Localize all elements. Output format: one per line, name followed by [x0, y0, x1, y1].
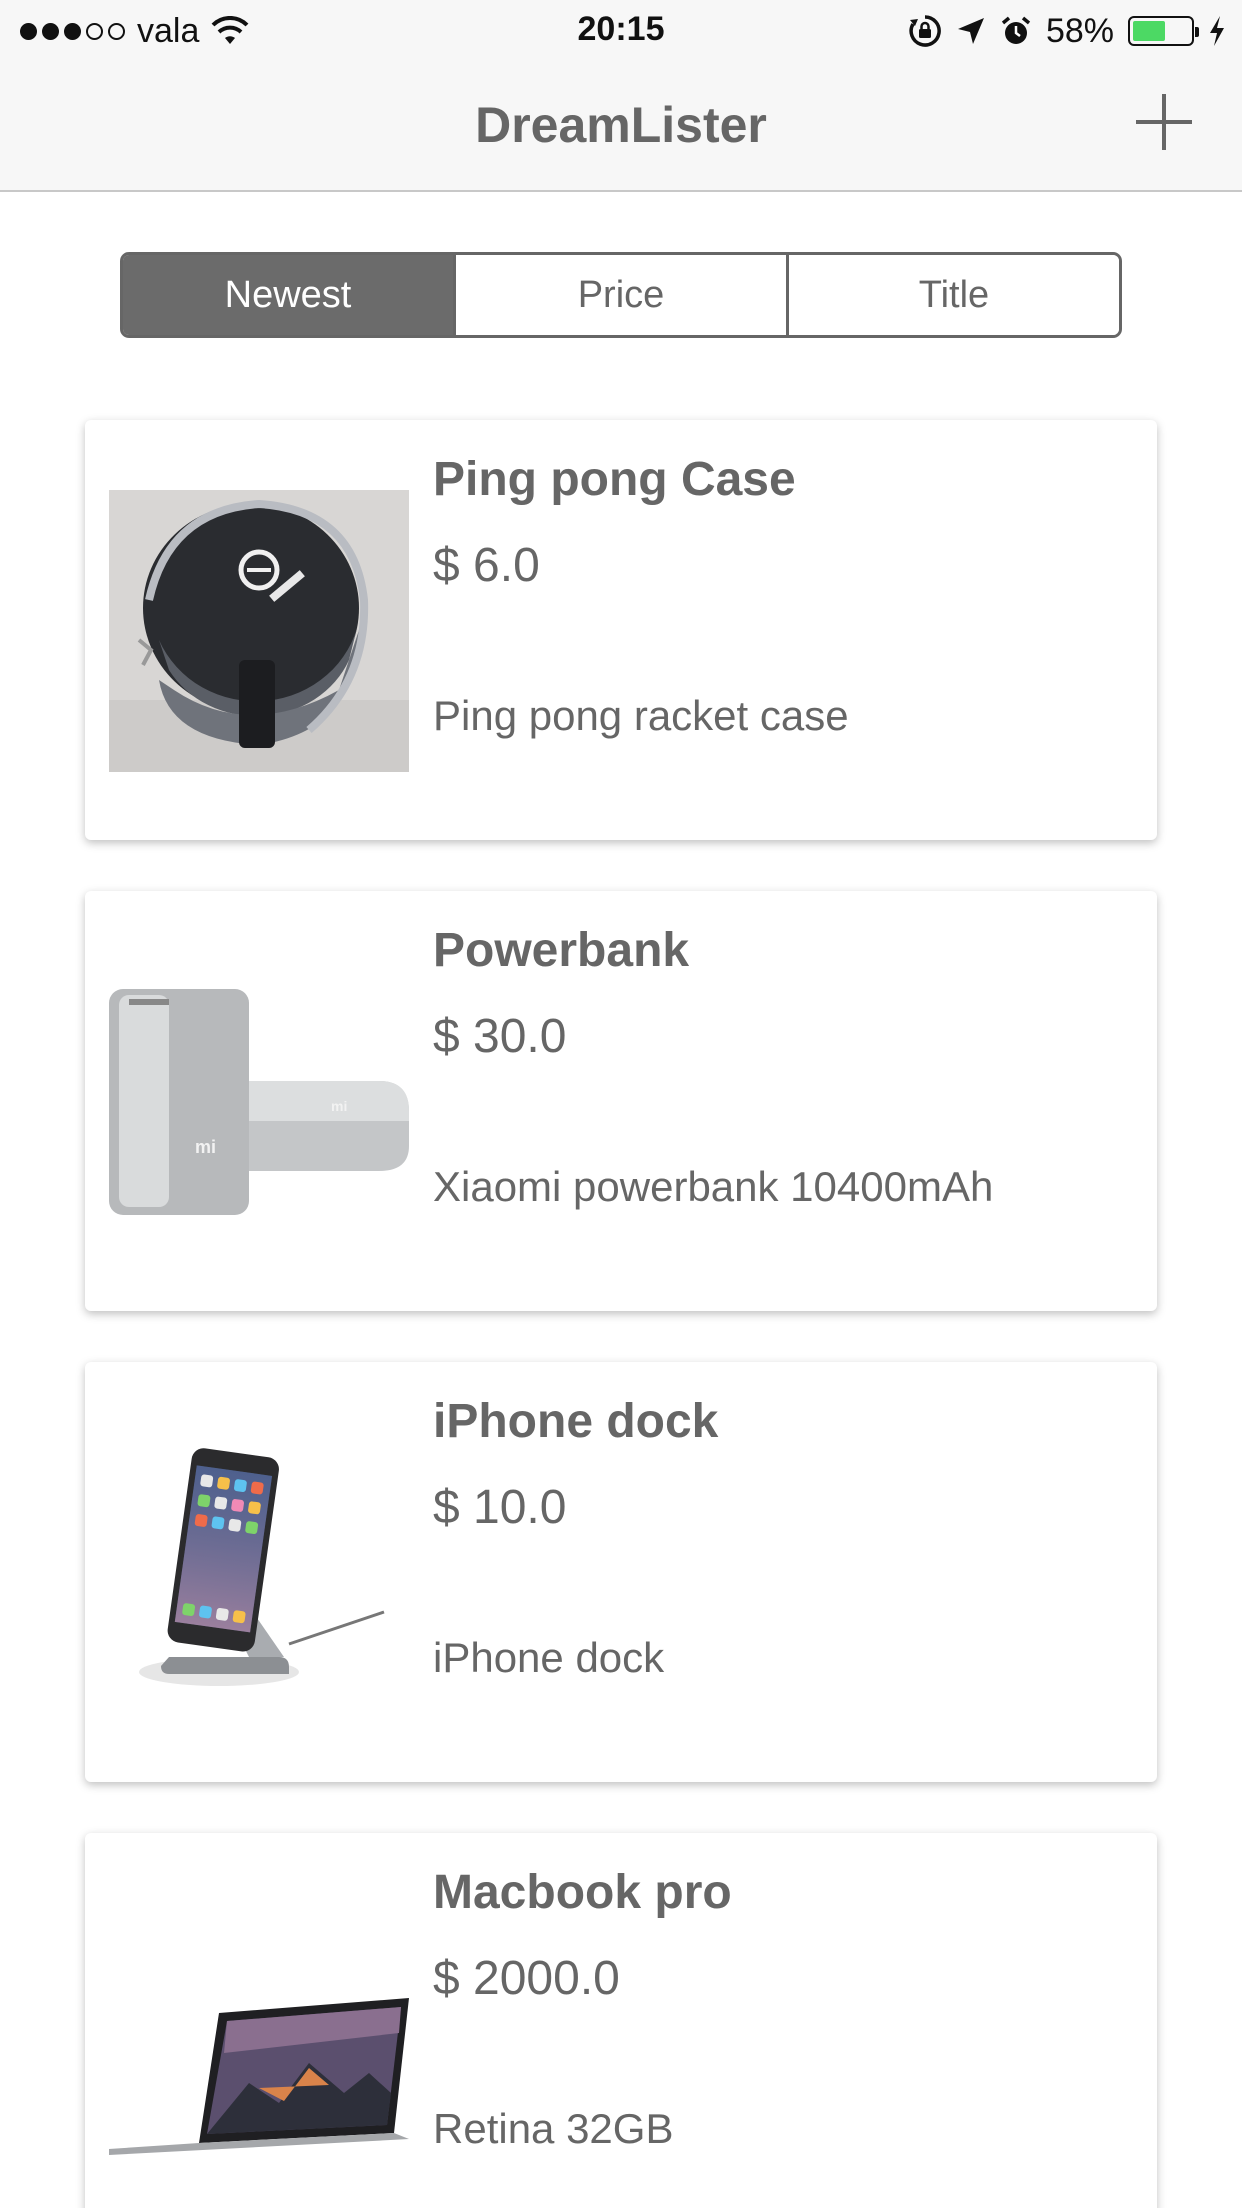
plus-icon	[1136, 94, 1192, 150]
battery-icon	[1128, 16, 1199, 46]
location-arrow-icon	[957, 18, 984, 44]
page-title: DreamLister	[475, 97, 767, 153]
item-price: $ 30.0	[433, 1010, 567, 1063]
status-bar: vala 20:15 58%	[0, 0, 1242, 62]
item-card[interactable]: Ping pong Case $ 6.0 Ping pong racket ca…	[85, 420, 1157, 840]
item-price: $ 10.0	[433, 1481, 567, 1534]
battery-percent: 58%	[1045, 11, 1114, 50]
item-title: Macbook pro	[433, 1866, 732, 1919]
alarm-icon	[1001, 16, 1031, 44]
segment-title[interactable]: Title	[789, 255, 1119, 335]
segment-newest[interactable]: Newest	[123, 255, 456, 335]
item-card[interactable]: iPhone dock $ 10.0 iPhone dock	[85, 1362, 1157, 1782]
item-title: iPhone dock	[433, 1395, 719, 1448]
segment-price[interactable]: Price	[456, 255, 789, 335]
battery-level	[1133, 21, 1166, 41]
item-price: $ 6.0	[433, 539, 540, 592]
item-title: Powerbank	[433, 924, 690, 977]
charging-bolt-icon	[1210, 16, 1224, 46]
ping-pong-case-image	[109, 490, 409, 772]
item-card[interactable]: mi mi Powerbank $ 30.0 Xiaomi powerbank …	[85, 891, 1157, 1311]
status-right: 58%	[908, 10, 1226, 52]
item-details: Xiaomi powerbank 10400mAh	[433, 1163, 994, 1210]
item-details: Retina 32GB	[433, 2105, 674, 2152]
svg-text:mi: mi	[195, 1137, 216, 1157]
item-price: $ 2000.0	[433, 1952, 620, 2005]
item-details: Ping pong racket case	[433, 692, 849, 739]
item-card[interactable]: Macbook pro $ 2000.0 Retina 32GB	[85, 1833, 1157, 2208]
navigation-bar: DreamLister	[0, 62, 1242, 192]
powerbank-image: mi mi	[109, 961, 409, 1243]
add-item-button[interactable]	[1126, 84, 1202, 160]
item-title: Ping pong Case	[433, 453, 796, 506]
rotation-lock-icon	[909, 15, 941, 47]
item-details: iPhone dock	[433, 1634, 665, 1681]
svg-text:mi: mi	[331, 1098, 347, 1114]
macbook-image	[109, 1903, 409, 2185]
iphone-dock-image	[109, 1432, 409, 1714]
sort-segmented-control: Newest Price Title	[120, 252, 1122, 338]
